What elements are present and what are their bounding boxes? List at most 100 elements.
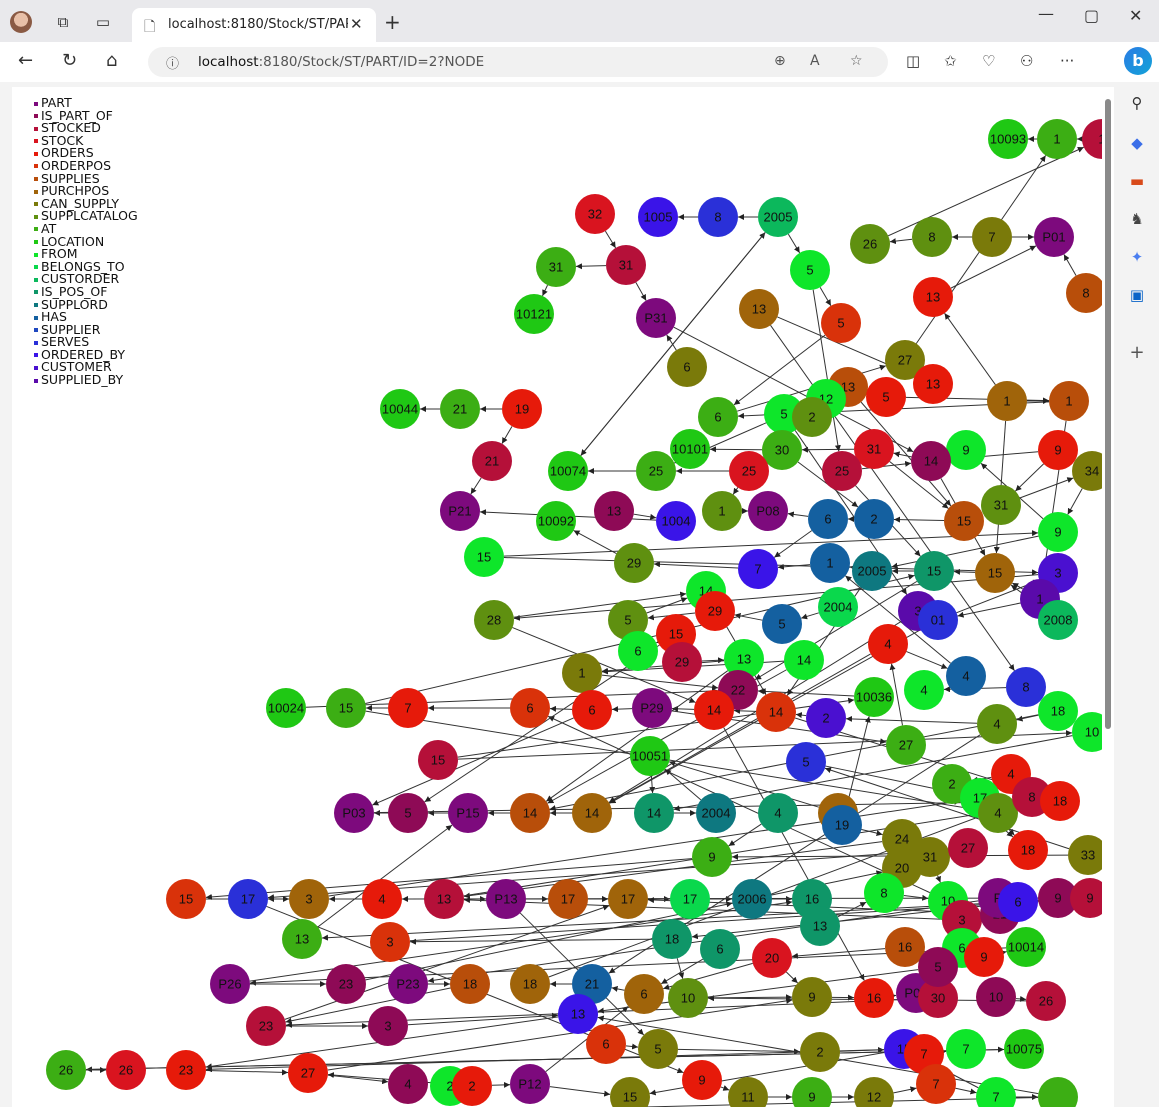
profile-avatar[interactable] xyxy=(10,11,32,33)
graph-node[interactable]: 2005 xyxy=(758,197,798,237)
graph-node[interactable]: 5 xyxy=(786,742,826,782)
graph-node[interactable]: 5 xyxy=(790,250,830,290)
graph-node[interactable]: 27 xyxy=(948,828,988,868)
graph-node[interactable]: 6 xyxy=(698,397,738,437)
graph-node[interactable]: P23 xyxy=(388,964,428,1004)
graph-node[interactable]: 1 xyxy=(702,491,742,531)
graph-node[interactable]: 6 xyxy=(667,347,707,387)
graph-node[interactable]: 23 xyxy=(166,1050,206,1090)
graph-node[interactable]: 11 xyxy=(728,1077,768,1107)
graph-node[interactable]: 9 xyxy=(1070,878,1102,918)
graph-node[interactable]: 9 xyxy=(682,1060,722,1100)
graph-node[interactable]: 15 xyxy=(166,879,206,919)
vertical-scrollbar[interactable] xyxy=(1102,87,1114,1107)
close-window-icon[interactable]: ✕ xyxy=(1129,6,1142,25)
graph-node[interactable]: 18 xyxy=(652,919,692,959)
graph-node[interactable]: 8 xyxy=(698,197,738,237)
graph-node[interactable]: 2004 xyxy=(818,587,858,627)
graph-node[interactable]: 10044 xyxy=(380,389,420,429)
graph-node[interactable]: 3 xyxy=(289,879,329,919)
graph-node[interactable]: 14 xyxy=(784,640,824,680)
graph-node[interactable]: 7 xyxy=(388,688,428,728)
graph-node[interactable]: 1 xyxy=(810,543,850,583)
tab-actions-icon[interactable]: ▭ xyxy=(92,11,114,33)
graph-node[interactable]: 6 xyxy=(700,929,740,969)
graph-node[interactable]: 13 xyxy=(594,491,634,531)
search-icon[interactable]: ⚲ xyxy=(1128,94,1146,112)
graph-node[interactable]: 15 xyxy=(418,740,458,780)
graph-node[interactable]: 2008 xyxy=(1038,600,1078,640)
graph-node[interactable]: 4 xyxy=(978,793,1018,833)
graph-node[interactable]: 23 xyxy=(246,1006,286,1046)
graph-node[interactable]: 10101 xyxy=(670,429,710,469)
graph-node[interactable]: 14 xyxy=(634,793,674,833)
extensions-icon[interactable]: ⚇ xyxy=(1020,52,1033,70)
graph-node[interactable]: 25 xyxy=(822,451,862,491)
graph-node[interactable]: 10036 xyxy=(854,677,894,717)
home-icon[interactable]: ⌂ xyxy=(106,50,117,71)
graph-node[interactable]: 8 xyxy=(864,873,904,913)
graph-node[interactable]: 10074 xyxy=(548,451,588,491)
graph-node[interactable]: P01 xyxy=(1034,217,1074,257)
graph-node[interactable]: 28 xyxy=(474,600,514,640)
graph-node[interactable]: 1005 xyxy=(638,197,678,237)
graph-node[interactable]: 6 xyxy=(586,1024,626,1064)
graph-node[interactable]: 6 xyxy=(624,974,664,1014)
browser-tab[interactable]: 🗋 localhost:8180/Stock/ST/PART/ID ✕ xyxy=(132,8,376,42)
graph-node[interactable]: 6 xyxy=(998,882,1038,922)
graph-node[interactable]: 7 xyxy=(946,1029,986,1069)
graph-node[interactable]: 26 xyxy=(1026,981,1066,1021)
graph-node[interactable]: 10014 xyxy=(1006,927,1046,967)
graph-node[interactable]: 9 xyxy=(1038,512,1078,552)
graph-node[interactable]: 26 xyxy=(106,1050,146,1090)
graph-node[interactable]: P12 xyxy=(510,1064,550,1104)
graph-node[interactable]: 01 xyxy=(918,600,958,640)
graph-node[interactable]: 10051 xyxy=(630,736,670,776)
graph-node[interactable]: 16 xyxy=(854,978,894,1018)
graph-node[interactable]: 31 xyxy=(910,837,950,877)
copilot-app-icon[interactable]: ✦ xyxy=(1128,248,1146,266)
graph-node[interactable]: P08 xyxy=(748,491,788,531)
graph-node[interactable]: 10093 xyxy=(988,119,1028,159)
zoom-icon[interactable]: ⊕ xyxy=(774,53,786,69)
graph-node[interactable]: 31 xyxy=(606,245,646,285)
graph-node[interactable]: 7 xyxy=(972,217,1012,257)
graph-node[interactable]: 9 xyxy=(1038,430,1078,470)
graph-node[interactable]: 7 xyxy=(738,549,778,589)
graph-node[interactable]: 18 xyxy=(1040,781,1080,821)
graph-node[interactable]: 4 xyxy=(868,624,908,664)
graph-node[interactable]: 10121 xyxy=(514,294,554,334)
graph-node[interactable]: 30 xyxy=(762,430,802,470)
graph-node[interactable]: P21 xyxy=(440,491,480,531)
graph-node[interactable]: 31 xyxy=(981,485,1021,525)
graph-node[interactable]: 10075 xyxy=(1004,1029,1044,1069)
graph-node[interactable]: 2 xyxy=(800,1032,840,1072)
graph-node[interactable]: P03 xyxy=(334,793,374,833)
graph-node[interactable]: 10 xyxy=(976,977,1016,1017)
graph-node[interactable]: 14 xyxy=(756,692,796,732)
graph-node[interactable]: 31 xyxy=(536,247,576,287)
graph-node[interactable]: 15 xyxy=(464,537,504,577)
graph-node[interactable]: 33 xyxy=(1068,835,1102,875)
graph-node[interactable]: 1 xyxy=(1037,119,1077,159)
graph-node[interactable] xyxy=(1038,1077,1078,1107)
graph-node[interactable]: 10024 xyxy=(266,688,306,728)
graph-node[interactable]: 21 xyxy=(472,441,512,481)
briefcase-icon[interactable]: ▬ xyxy=(1128,172,1146,190)
graph-node[interactable]: 1 xyxy=(1049,381,1089,421)
graph-node[interactable]: 9 xyxy=(964,937,1004,977)
workspaces-icon[interactable]: ⧉ xyxy=(52,11,74,33)
read-aloud-icon[interactable]: A xyxy=(810,53,820,69)
graph-node[interactable]: 13 xyxy=(913,277,953,317)
graph-node[interactable]: 15 xyxy=(326,688,366,728)
graph-node[interactable]: 25 xyxy=(729,451,769,491)
graph-node[interactable]: 6 xyxy=(572,690,612,730)
maximize-icon[interactable]: ▢ xyxy=(1084,6,1099,25)
graph-node[interactable]: 27 xyxy=(288,1053,328,1093)
graph-node[interactable]: 13 xyxy=(913,364,953,404)
graph-node[interactable]: 13 xyxy=(739,289,779,329)
graph-node[interactable]: 26 xyxy=(850,224,890,264)
graph-node[interactable]: 1 xyxy=(1082,119,1102,159)
add-icon[interactable]: + xyxy=(1128,344,1146,362)
chess-icon[interactable]: ♞ xyxy=(1128,210,1146,228)
